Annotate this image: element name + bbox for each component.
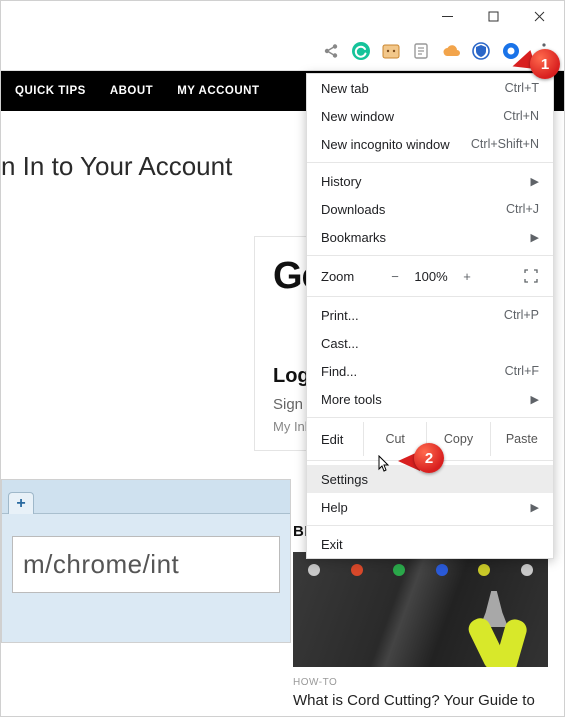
zoom-in-button[interactable]: + xyxy=(453,269,481,284)
menu-downloads[interactable]: DownloadsCtrl+J xyxy=(307,195,553,223)
article-image[interactable] xyxy=(293,552,548,667)
callout-1: 1 xyxy=(514,49,560,85)
window-titlebar xyxy=(1,1,564,31)
fullscreen-icon[interactable] xyxy=(517,269,545,283)
toast-icon[interactable] xyxy=(380,40,402,62)
chrome-menu: New tabCtrl+T New windowCtrl+N New incog… xyxy=(306,73,554,559)
zoom-value: 100% xyxy=(409,269,453,284)
cursor-pointer-icon xyxy=(376,455,394,478)
menu-paste[interactable]: Paste xyxy=(490,422,553,456)
menu-print[interactable]: Print...Ctrl+P xyxy=(307,301,553,329)
maximize-button[interactable] xyxy=(470,1,516,31)
nav-my-account[interactable]: MY ACCOUNT xyxy=(177,85,259,97)
article-title[interactable]: What is Cord Cutting? Your Guide to xyxy=(293,692,548,709)
minimize-button[interactable] xyxy=(424,1,470,31)
browser-toolbar xyxy=(1,31,564,71)
notes-icon[interactable] xyxy=(410,40,432,62)
article-category: HOW-TO xyxy=(293,677,548,688)
cloud-icon[interactable] xyxy=(440,40,462,62)
menu-edit-label: Edit xyxy=(307,432,363,447)
nav-quick-tips[interactable]: QUICK TIPS xyxy=(15,85,86,97)
nav-about[interactable]: ABOUT xyxy=(110,85,153,97)
menu-new-window[interactable]: New windowCtrl+N xyxy=(307,102,553,130)
menu-more-tools[interactable]: More tools▶ xyxy=(307,385,553,413)
thumbnail-tabbar: + xyxy=(2,480,290,514)
menu-cast[interactable]: Cast... xyxy=(307,329,553,357)
menu-zoom: Zoom − 100% + xyxy=(307,260,553,292)
menu-help[interactable]: Help▶ xyxy=(307,493,553,521)
share-icon[interactable] xyxy=(320,40,342,62)
new-tab-plus-icon[interactable]: + xyxy=(8,492,34,514)
zoom-out-button[interactable]: − xyxy=(381,269,409,284)
close-button[interactable] xyxy=(516,1,562,31)
menu-exit[interactable]: Exit xyxy=(307,530,553,558)
shield-icon[interactable] xyxy=(470,40,492,62)
menu-incognito[interactable]: New incognito windowCtrl+Shift+N xyxy=(307,130,553,158)
menu-find[interactable]: Find...Ctrl+F xyxy=(307,357,553,385)
pliers-icon xyxy=(448,587,538,667)
grammarly-icon[interactable] xyxy=(350,40,372,62)
menu-bookmarks[interactable]: Bookmarks▶ xyxy=(307,223,553,251)
callout-2: 2 xyxy=(398,443,444,479)
thumbnail-preview: + m/chrome/int xyxy=(1,479,291,643)
menu-history[interactable]: History▶ xyxy=(307,167,553,195)
thumbnail-url: m/chrome/int xyxy=(12,536,280,593)
